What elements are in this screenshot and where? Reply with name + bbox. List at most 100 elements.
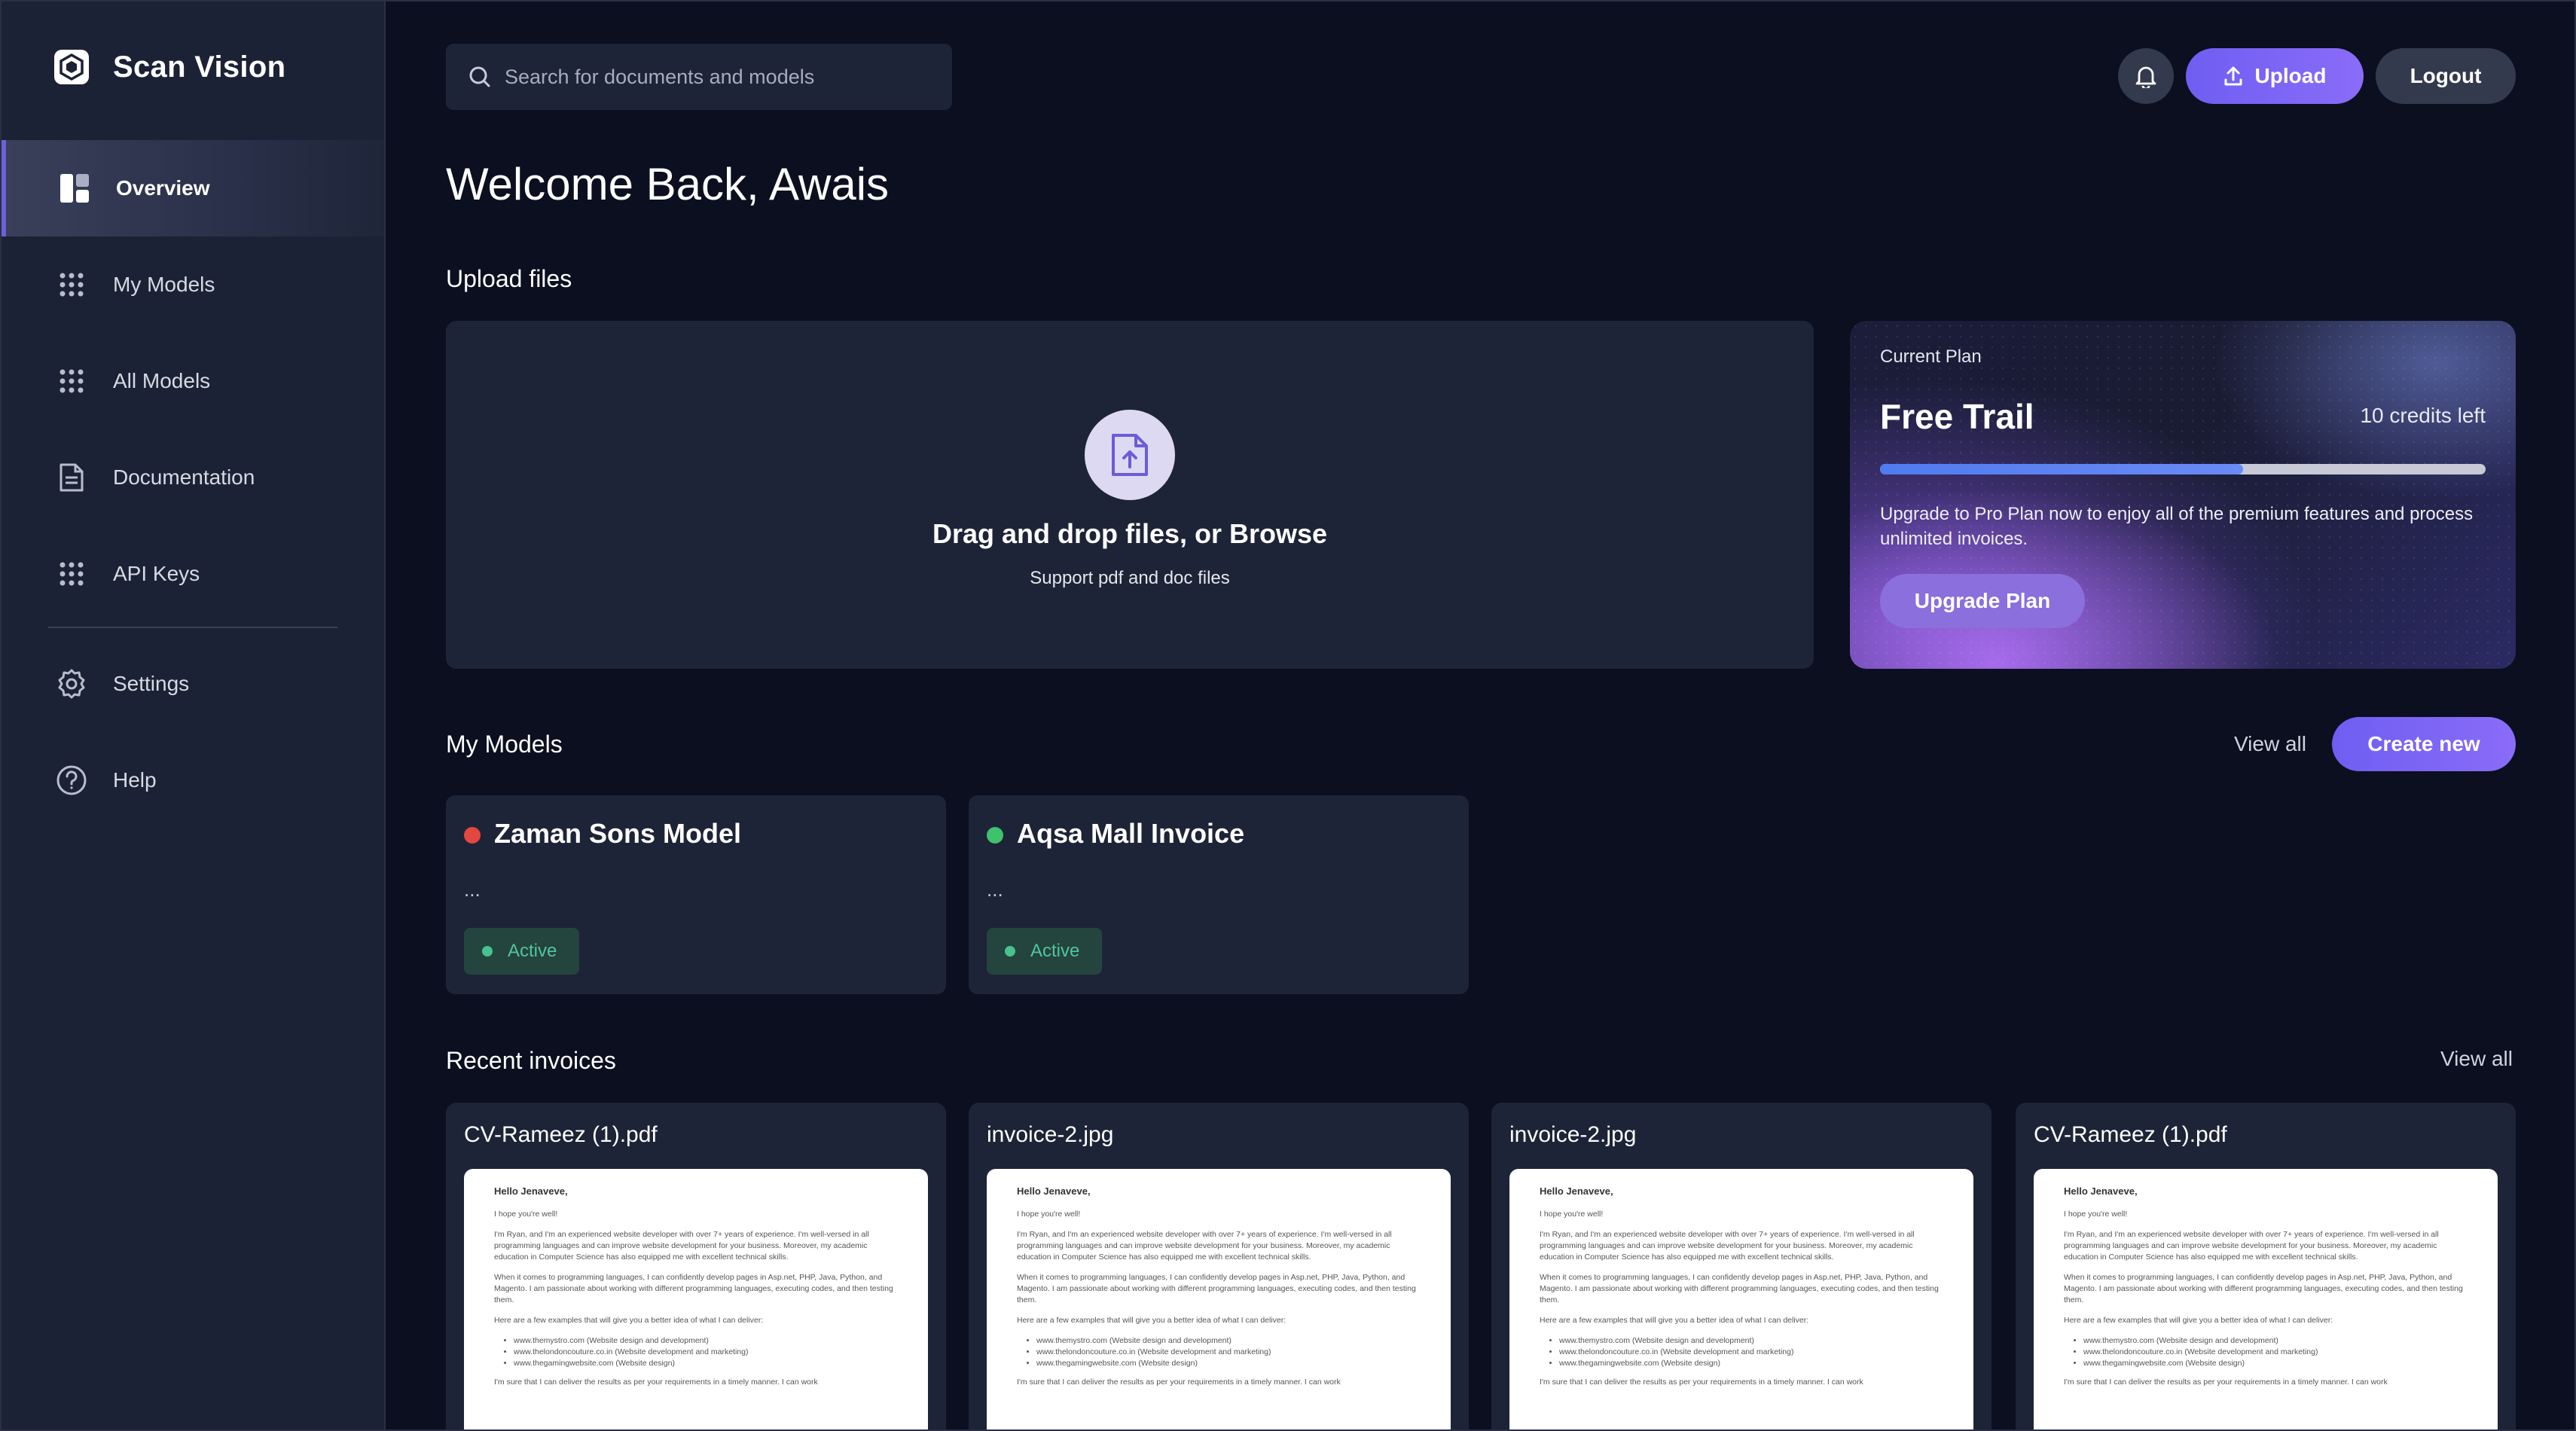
help-icon bbox=[56, 764, 87, 796]
logo-icon bbox=[54, 50, 89, 84]
sidebar-item-label: All Models bbox=[113, 369, 211, 392]
preview-list-item: www.themystro.com (Website design and de… bbox=[1036, 1335, 1421, 1347]
preview-paragraph: When it comes to programming languages, … bbox=[1540, 1273, 1939, 1304]
plan-label: Current Plan bbox=[1880, 346, 1982, 367]
invoice-preview: Hello Jenaveve, I hope you're well! I'm … bbox=[987, 1169, 1451, 1431]
search-bar[interactable] bbox=[446, 44, 952, 110]
current-plan-card: Current Plan Free Trail 10 credits left … bbox=[1850, 321, 2516, 669]
invoice-card[interactable]: invoice-2.jpg Hello Jenaveve, I hope you… bbox=[1491, 1103, 1992, 1431]
invoice-name: CV-Rameez (1).pdf bbox=[2034, 1122, 2227, 1147]
preview-list: www.themystro.com (Website design and de… bbox=[1559, 1335, 1943, 1369]
invoice-name: CV-Rameez (1).pdf bbox=[464, 1122, 658, 1147]
sidebar-item-label: Help bbox=[113, 768, 157, 792]
credits-progress-fill bbox=[1880, 464, 2244, 474]
invoice-card[interactable]: CV-Rameez (1).pdf Hello Jenaveve, I hope… bbox=[2016, 1103, 2516, 1431]
model-card[interactable]: Zaman Sons Model ... Active bbox=[446, 795, 946, 994]
upload-button[interactable]: Upload bbox=[2186, 48, 2364, 104]
invoice-name: invoice-2.jpg bbox=[1509, 1122, 1637, 1147]
preview-closing: I'm sure that I can deliver the results … bbox=[494, 1378, 818, 1387]
preview-list: www.themystro.com (Website design and de… bbox=[2083, 1335, 2468, 1369]
dropzone-subtitle: Support pdf and doc files bbox=[1030, 568, 1230, 588]
gear-icon bbox=[56, 668, 87, 700]
layout-icon bbox=[59, 172, 90, 204]
preview-closing: I'm sure that I can deliver the results … bbox=[1540, 1378, 1863, 1387]
status-dot bbox=[1005, 946, 1015, 957]
preview-closing: I'm sure that I can deliver the results … bbox=[1017, 1378, 1341, 1387]
grid-icon bbox=[56, 558, 87, 590]
preview-list-item: www.thelondoncouture.co.in (Website deve… bbox=[1559, 1347, 1943, 1358]
sidebar-item-documentation[interactable]: Documentation bbox=[0, 429, 384, 526]
sidebar-item-api-keys[interactable]: API Keys bbox=[0, 526, 384, 622]
model-title: Aqsa Mall Invoice bbox=[1017, 818, 1245, 849]
bell-icon bbox=[2135, 66, 2156, 88]
preview-greeting: Hello Jenaveve, bbox=[1540, 1185, 1613, 1197]
preview-line: I hope you're well! bbox=[1540, 1210, 1604, 1219]
invoice-preview: Hello Jenaveve, I hope you're well! I'm … bbox=[2034, 1169, 2498, 1431]
invoice-card[interactable]: CV-Rameez (1).pdf Hello Jenaveve, I hope… bbox=[446, 1103, 946, 1431]
model-description: ... bbox=[464, 878, 481, 901]
preview-list-item: www.thegamingwebsite.com (Website design… bbox=[514, 1358, 898, 1369]
preview-line: I hope you're well! bbox=[2064, 1210, 2128, 1219]
preview-list-item: www.thelondoncouture.co.in (Website deve… bbox=[2083, 1347, 2468, 1358]
notifications-button[interactable] bbox=[2118, 48, 2174, 104]
invoice-preview: Hello Jenaveve, I hope you're well! I'm … bbox=[464, 1169, 928, 1431]
preview-paragraph: When it comes to programming languages, … bbox=[494, 1273, 893, 1304]
preview-paragraph: I'm Ryan, and I'm an experienced website… bbox=[2064, 1230, 2439, 1262]
plan-description: Upgrade to Pro Plan now to enjoy all of … bbox=[1880, 504, 2474, 549]
dropzone-title: Drag and drop files, or Browse bbox=[932, 518, 1328, 549]
document-icon bbox=[56, 462, 87, 493]
invoices-view-all-link[interactable]: View all bbox=[2440, 1047, 2513, 1071]
preview-paragraph: I'm Ryan, and I'm an experienced website… bbox=[494, 1230, 869, 1262]
preview-list-item: www.themystro.com (Website design and de… bbox=[514, 1335, 898, 1347]
upload-icon bbox=[2224, 66, 2242, 86]
status-badge: Active bbox=[987, 928, 1103, 975]
status-badge-label: Active bbox=[1030, 941, 1080, 961]
model-title: Zaman Sons Model bbox=[494, 818, 742, 849]
preview-line: I hope you're well! bbox=[494, 1210, 558, 1219]
preview-paragraph: Here are a few examples that will give y… bbox=[494, 1316, 764, 1325]
sidebar-item-label: My Models bbox=[113, 273, 215, 296]
grid-icon bbox=[56, 365, 87, 397]
status-dot bbox=[482, 946, 493, 957]
file-dropzone[interactable]: Drag and drop files, or Browse Support p… bbox=[446, 321, 1814, 669]
search-input[interactable] bbox=[505, 65, 926, 89]
invoice-card[interactable]: invoice-2.jpg Hello Jenaveve, I hope you… bbox=[969, 1103, 1469, 1431]
preview-list-item: www.themystro.com (Website design and de… bbox=[1559, 1335, 1943, 1347]
status-badge-label: Active bbox=[508, 941, 557, 961]
preview-list-item: www.themystro.com (Website design and de… bbox=[2083, 1335, 2468, 1347]
status-badge: Active bbox=[464, 928, 580, 975]
model-status-dot bbox=[464, 827, 481, 844]
app-name: Scan Vision bbox=[113, 50, 286, 84]
upgrade-plan-button[interactable]: Upgrade Plan bbox=[1880, 574, 2085, 628]
upload-button-label: Upload bbox=[2254, 64, 2327, 87]
sidebar-item-label: Settings bbox=[113, 672, 190, 695]
credits-progress-bar bbox=[1880, 464, 2486, 474]
plan-name: Free Trail bbox=[1880, 397, 2034, 436]
sidebar-item-all-models[interactable]: All Models bbox=[0, 333, 384, 429]
sidebar-item-settings[interactable]: Settings bbox=[0, 636, 384, 732]
model-description: ... bbox=[987, 878, 1003, 901]
invoices-section-title: Recent invoices bbox=[446, 1047, 616, 1074]
search-icon bbox=[469, 66, 490, 87]
preview-list: www.themystro.com (Website design and de… bbox=[1036, 1335, 1421, 1369]
sidebar-item-label: Overview bbox=[116, 176, 210, 200]
models-view-all-link[interactable]: View all bbox=[2234, 732, 2306, 756]
preview-line: I hope you're well! bbox=[1017, 1210, 1081, 1219]
sidebar-item-help[interactable]: Help bbox=[0, 732, 384, 828]
upload-file-icon bbox=[1085, 410, 1175, 500]
preview-paragraph: Here are a few examples that will give y… bbox=[1540, 1316, 1809, 1325]
sidebar-item-label: Documentation bbox=[113, 465, 255, 489]
brand[interactable]: Scan Vision bbox=[53, 48, 285, 86]
create-new-model-button[interactable]: Create new bbox=[2332, 717, 2516, 771]
preview-closing: I'm sure that I can deliver the results … bbox=[2064, 1378, 2388, 1387]
upload-section-title: Upload files bbox=[446, 265, 572, 292]
preview-greeting: Hello Jenaveve, bbox=[2064, 1185, 2138, 1197]
sidebar-item-overview[interactable]: Overview bbox=[0, 140, 384, 236]
preview-list-item: www.thegamingwebsite.com (Website design… bbox=[1036, 1358, 1421, 1369]
model-card[interactable]: Aqsa Mall Invoice ... Active bbox=[969, 795, 1469, 994]
grid-icon bbox=[56, 269, 87, 301]
preview-list-item: www.thelondoncouture.co.in (Website deve… bbox=[514, 1347, 898, 1358]
sidebar-item-my-models[interactable]: My Models bbox=[0, 236, 384, 333]
preview-list: www.themystro.com (Website design and de… bbox=[514, 1335, 898, 1369]
logout-button[interactable]: Logout bbox=[2376, 48, 2516, 104]
